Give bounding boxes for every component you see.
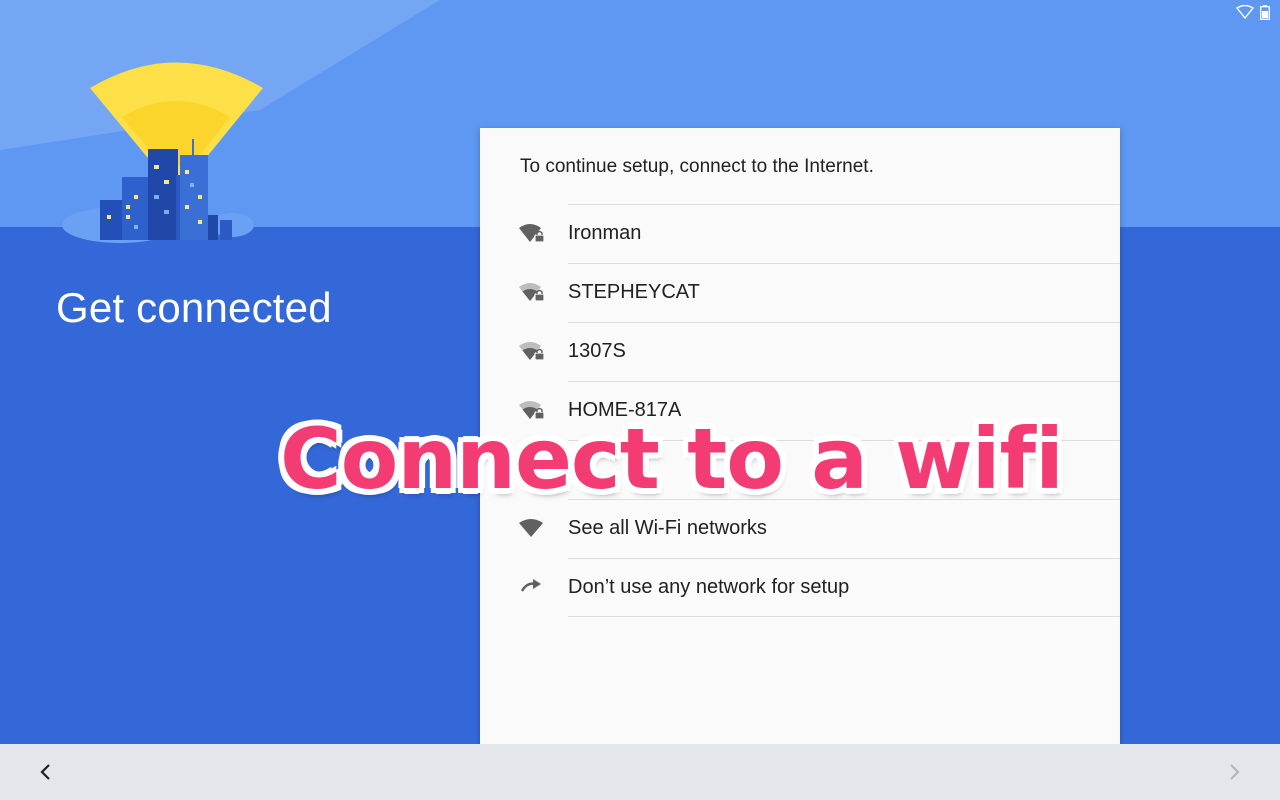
wifi-lock-icon — [519, 283, 545, 302]
chevron-right-icon — [1230, 764, 1240, 780]
status-bar — [1236, 3, 1270, 21]
network-item-1307s[interactable]: 1307S — [480, 322, 1120, 381]
battery-icon — [1260, 4, 1270, 20]
city-wifi-illustration — [62, 62, 263, 243]
network-name: STEPHEYCAT — [568, 281, 700, 303]
network-name: 1307S — [568, 340, 626, 362]
skip-network-item[interactable]: Don’t use any network for setup — [480, 558, 1120, 617]
network-item-ironman[interactable]: Ironman — [480, 204, 1120, 263]
page-title: Get connected — [56, 284, 332, 331]
overlay-caption: Connect to a wifi — [280, 410, 1064, 508]
wifi-lock-icon — [519, 342, 545, 361]
wifi-outline-icon — [1236, 5, 1254, 19]
see-all-networks-label: See all Wi-Fi networks — [568, 517, 767, 539]
setup-intro-text: To continue setup, connect to the Intern… — [520, 156, 874, 177]
navigation-bar — [0, 744, 1280, 800]
wifi-icon — [519, 519, 543, 537]
network-name: Ironman — [568, 222, 642, 244]
chevron-left-icon[interactable] — [34, 760, 58, 784]
skip-arrow-icon — [520, 579, 541, 592]
skip-network-label: Don’t use any network for setup — [568, 576, 850, 598]
wifi-lock-icon — [519, 224, 545, 243]
network-item-stepheycat[interactable]: STEPHEYCAT — [480, 263, 1120, 322]
